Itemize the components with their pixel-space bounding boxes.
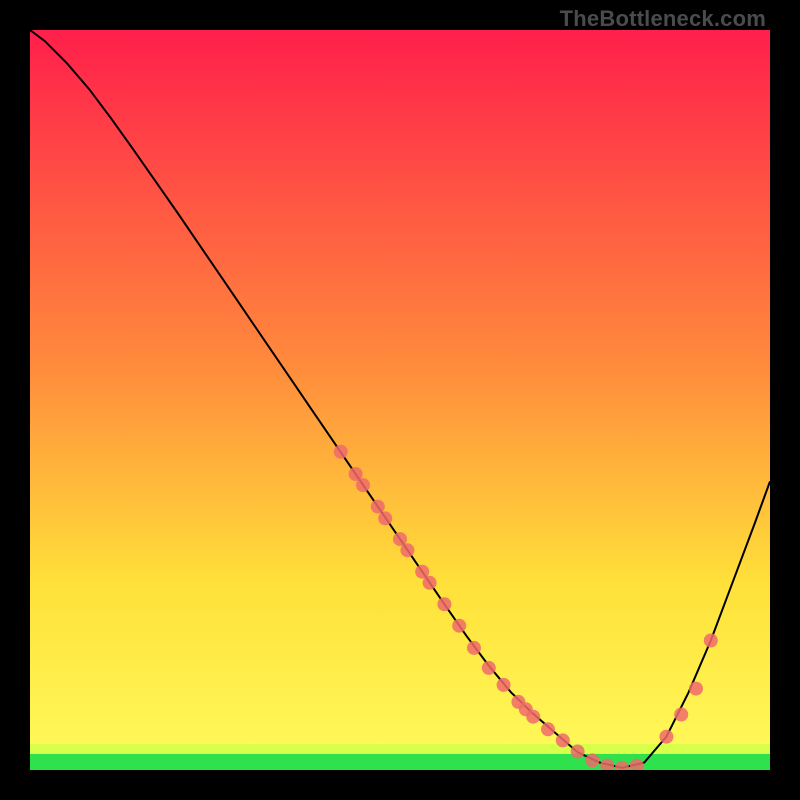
- sample-point: [437, 597, 451, 611]
- sample-point: [356, 478, 370, 492]
- sample-point: [526, 710, 540, 724]
- sample-point: [497, 678, 511, 692]
- sample-point: [423, 576, 437, 590]
- sample-point: [452, 619, 466, 633]
- sample-point: [659, 730, 673, 744]
- sample-point: [482, 661, 496, 675]
- gradient-chart: [30, 30, 770, 770]
- sample-point: [400, 543, 414, 557]
- sample-point: [541, 722, 555, 736]
- sample-point: [371, 500, 385, 514]
- sample-point: [467, 641, 481, 655]
- sample-point: [674, 708, 688, 722]
- sample-point: [704, 634, 718, 648]
- plot-area: [30, 30, 770, 770]
- sample-point: [689, 682, 703, 696]
- sample-point: [378, 511, 392, 525]
- sample-point: [571, 745, 585, 759]
- green-band: [30, 752, 770, 770]
- sample-point: [334, 445, 348, 459]
- sample-point: [556, 733, 570, 747]
- chart-frame: TheBottleneck.com: [0, 0, 800, 800]
- watermark-text: TheBottleneck.com: [560, 6, 766, 32]
- background-gradient: [30, 30, 770, 770]
- sample-point: [585, 753, 599, 767]
